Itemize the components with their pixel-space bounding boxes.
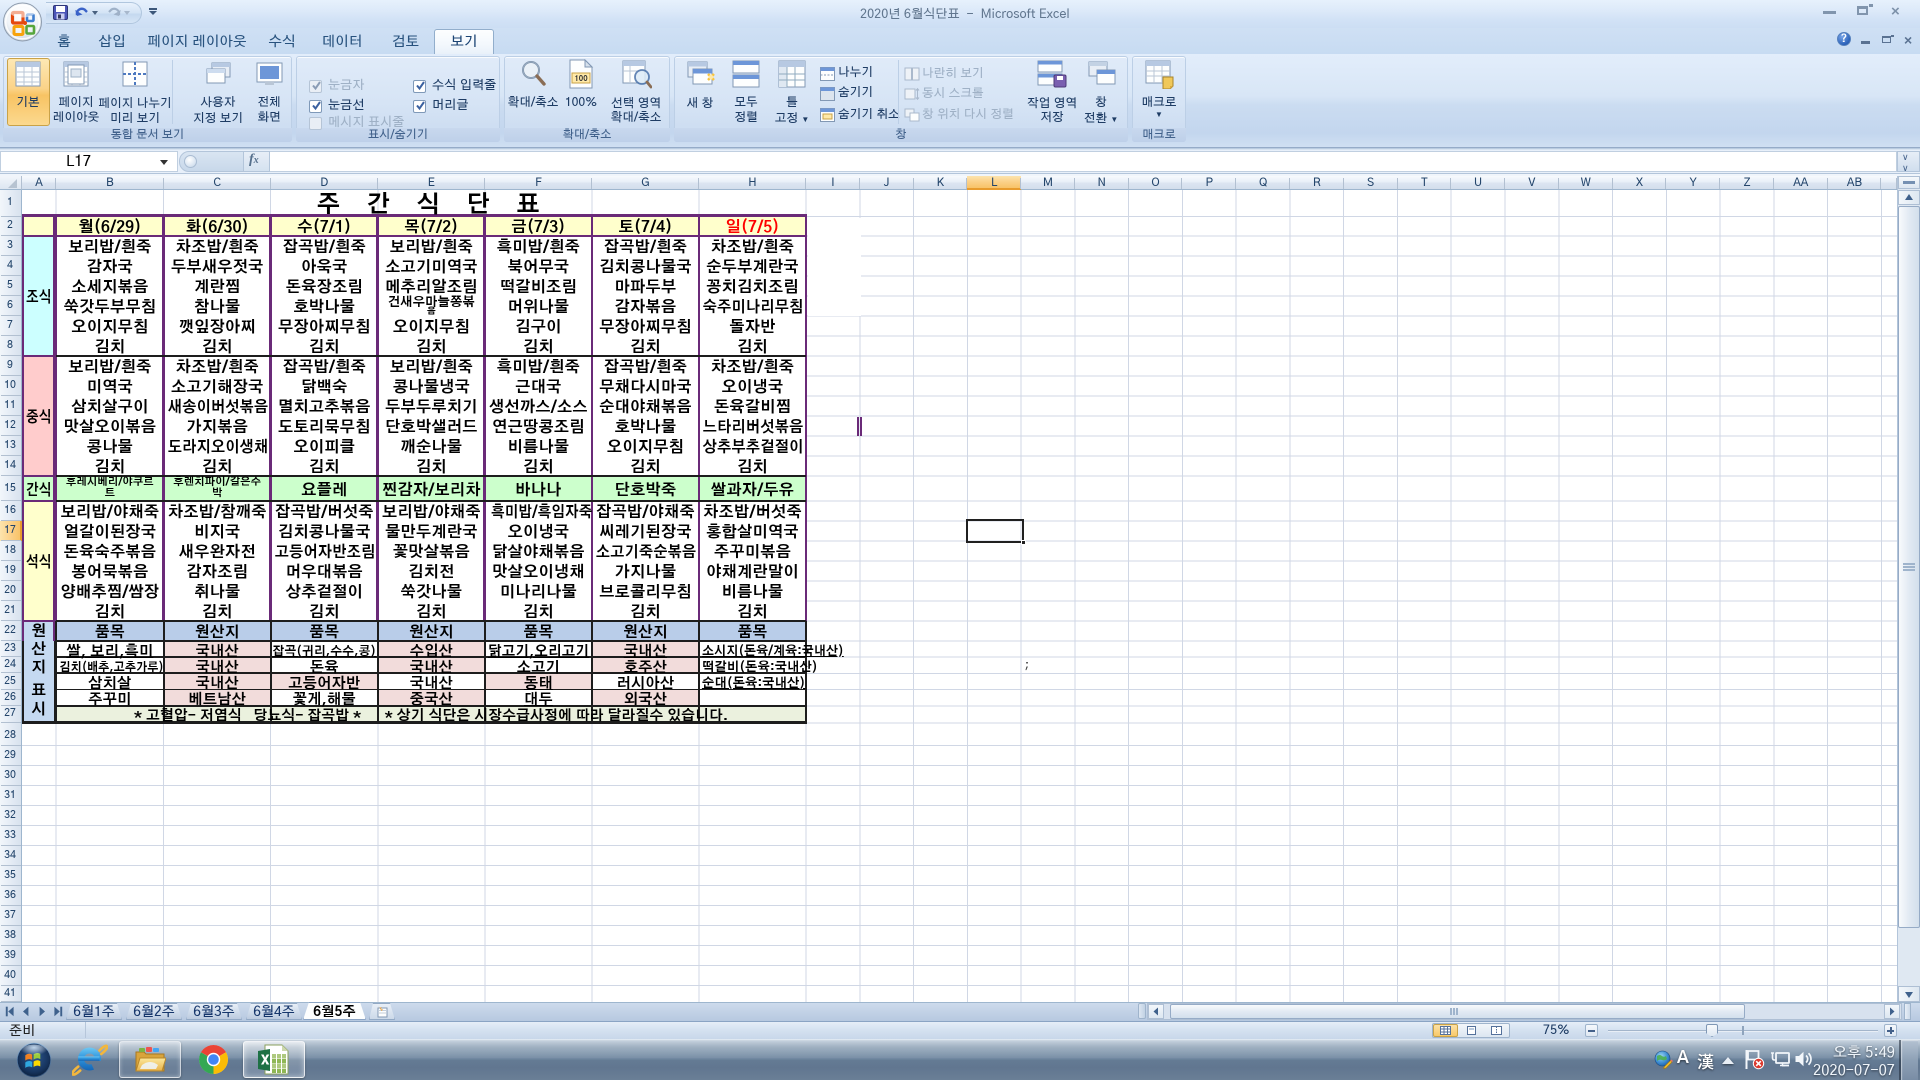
svg-text:100: 100 [574,75,588,83]
